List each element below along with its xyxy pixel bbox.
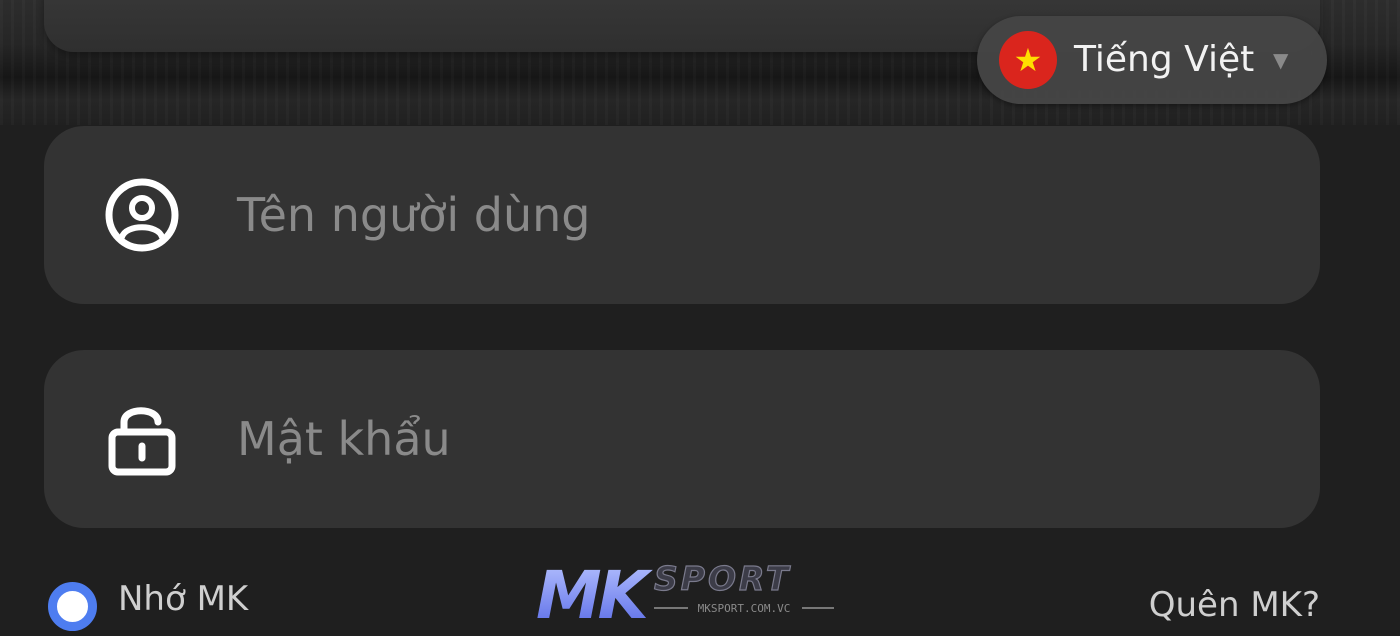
radio-button-icon[interactable] [48,582,97,631]
language-selector[interactable]: ★ Tiếng Việt ▼ [977,16,1327,104]
password-placeholder: Mật khẩu [237,412,451,466]
remember-password-label: Nhớ MK [118,579,249,619]
password-field[interactable]: Mật khẩu [44,350,1320,528]
logo-word: SPORT [654,559,791,598]
logo-domain: MKSPORT.COM.VC [698,602,791,615]
logo-mark: MK [536,557,654,628]
username-placeholder: Tên người dùng [237,188,591,242]
padlock-icon [108,407,176,476]
username-field[interactable]: Tên người dùng [44,126,1320,304]
chevron-down-icon: ▼ [1273,48,1289,72]
language-label: Tiếng Việt [1074,39,1255,80]
forgot-password-link[interactable]: Quên MK? [1149,582,1320,628]
vietnam-flag-icon: ★ [999,31,1057,89]
user-circle-icon [105,178,179,252]
mksport-logo: MK SPORT MKSPORT.COM.VC [536,557,834,628]
